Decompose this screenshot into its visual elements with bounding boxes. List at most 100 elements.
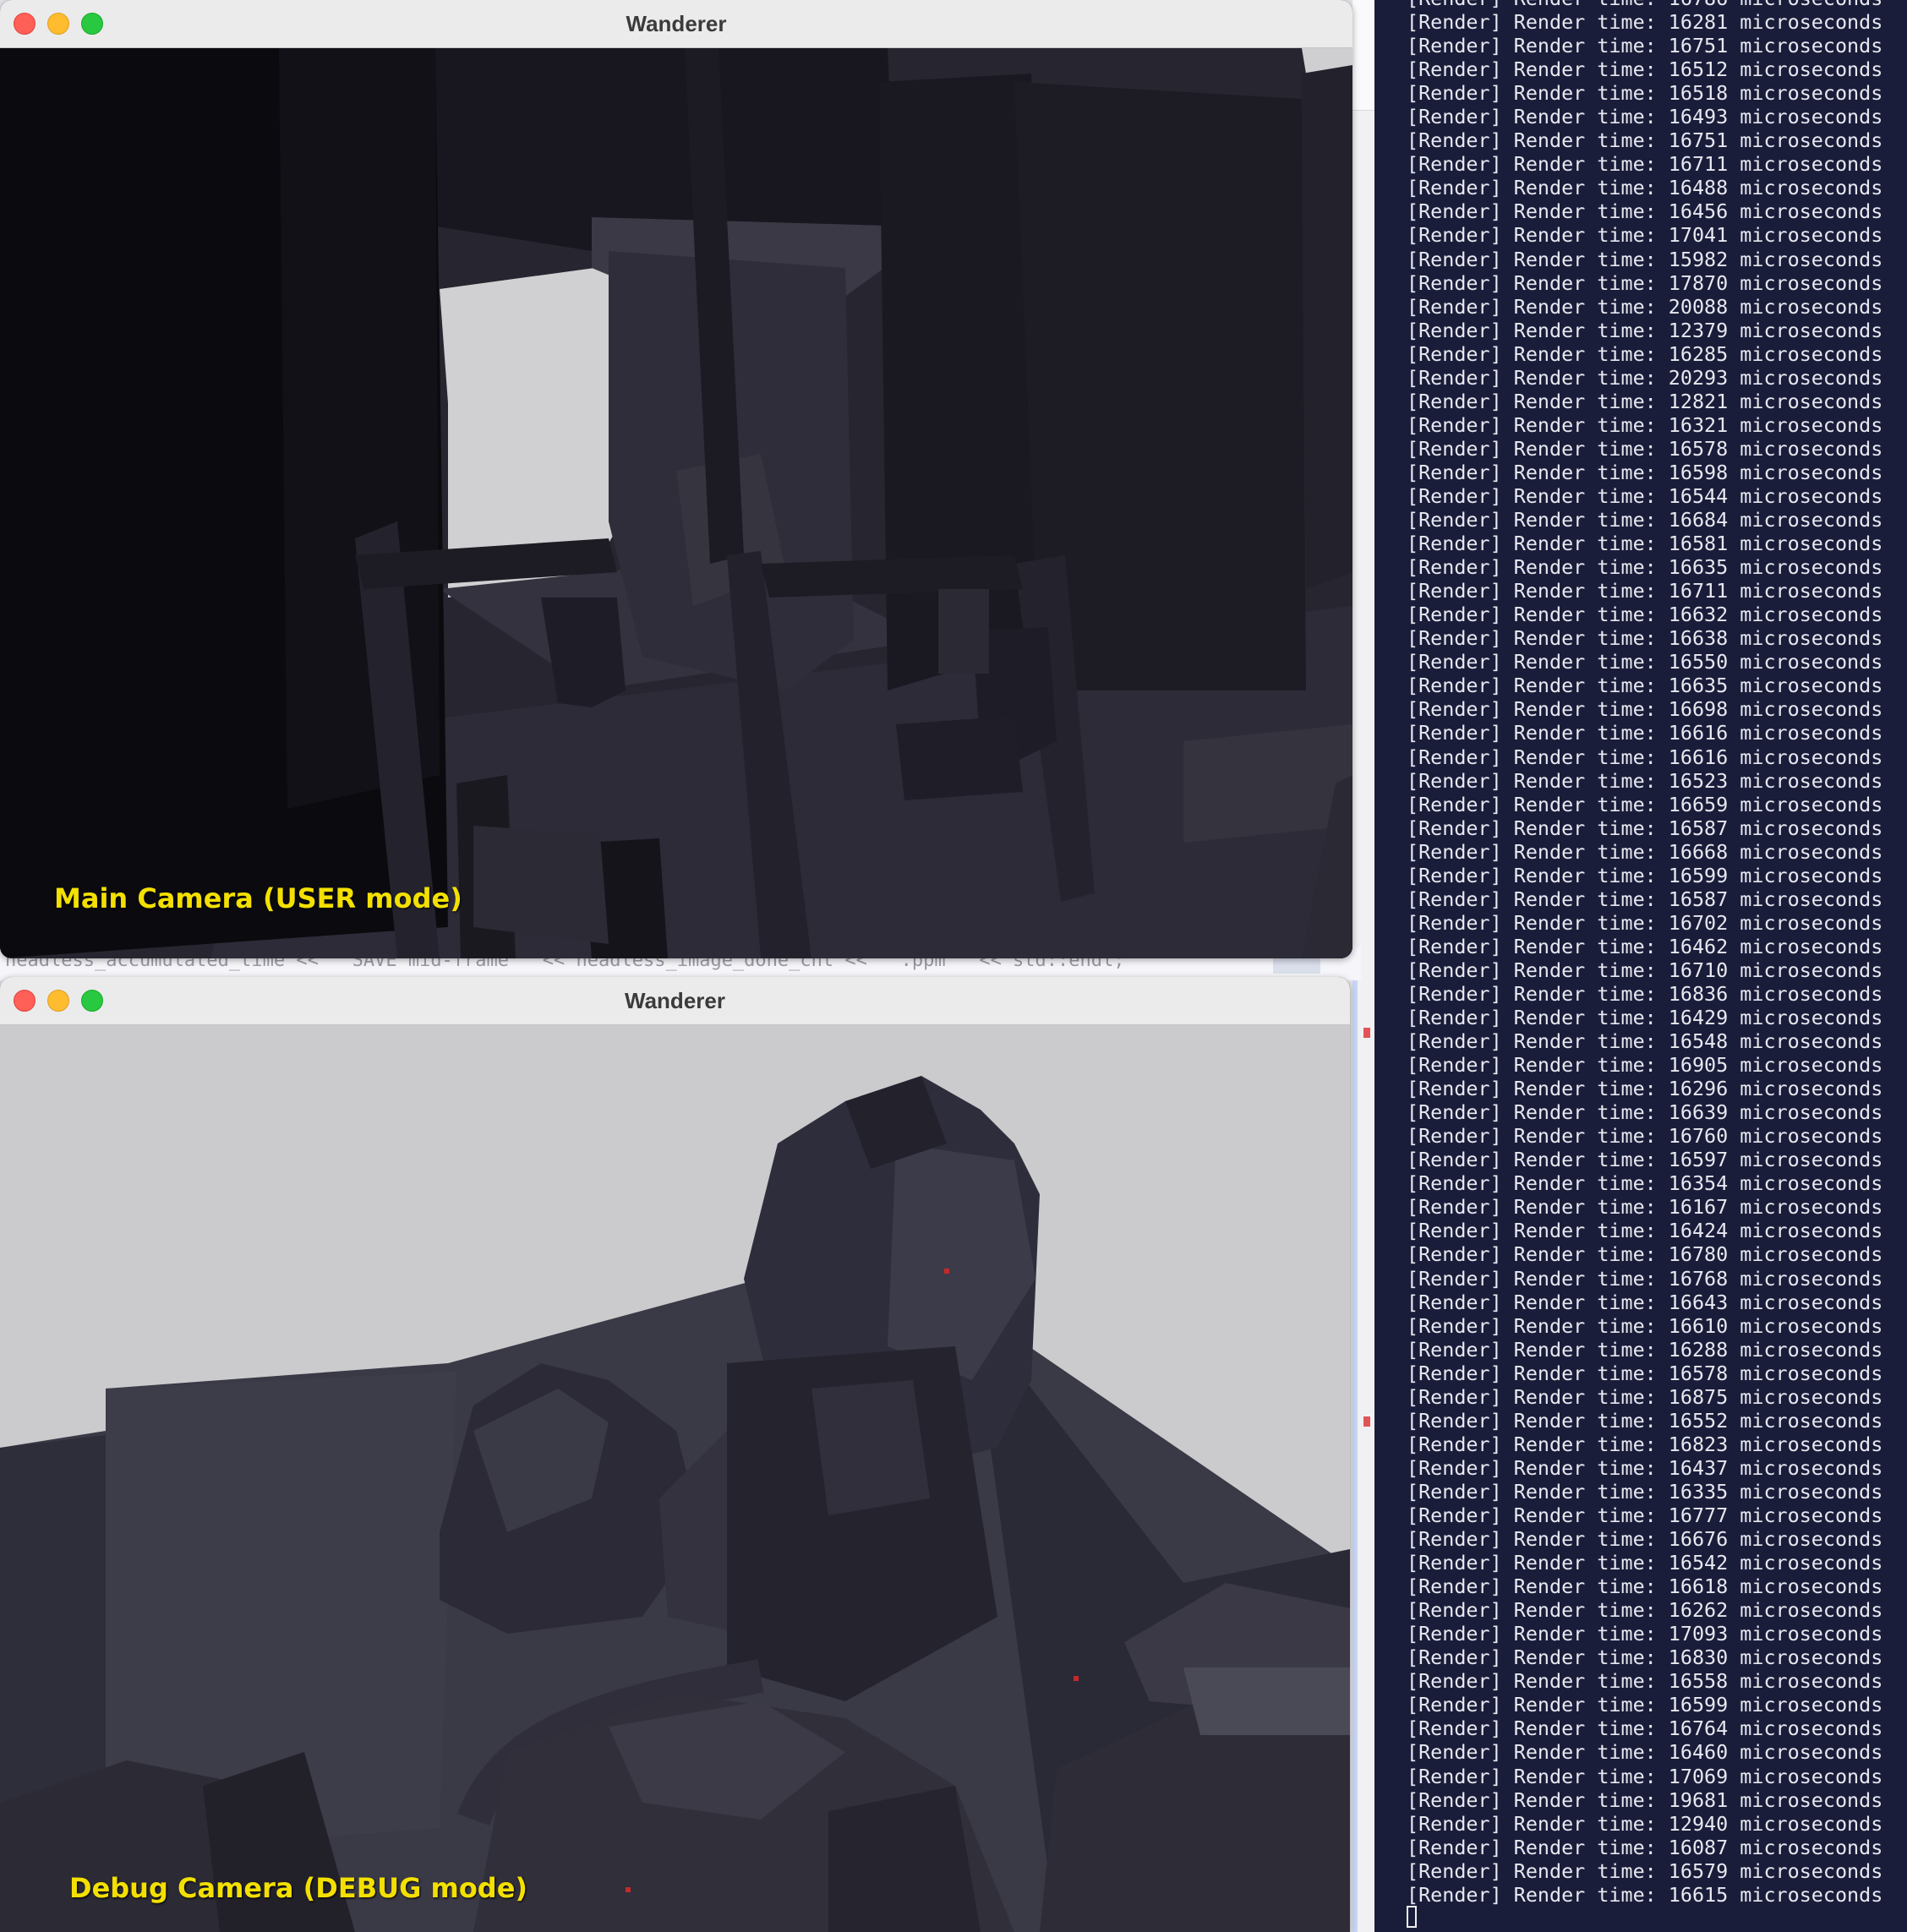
log-line: [Render] Render time: 16518 microseconds bbox=[1407, 81, 1883, 106]
log-line: [Render] Render time: 16635 microseconds bbox=[1407, 674, 1883, 698]
log-line: [Render] Render time: 16288 microseconds bbox=[1407, 1337, 1883, 1362]
log-line: [Render] Render time: 16599 microseconds bbox=[1407, 1693, 1883, 1717]
log-line: [Render] Render time: 16552 microseconds bbox=[1407, 1408, 1883, 1433]
log-line: [Render] Render time: 16635 microseconds bbox=[1407, 555, 1883, 580]
log-line: [Render] Render time: 16830 microseconds bbox=[1407, 1645, 1883, 1670]
log-line: [Render] Render time: 16281 microseconds bbox=[1407, 10, 1883, 35]
log-line: [Render] Render time: 16780 microseconds bbox=[1407, 1242, 1883, 1267]
log-line: [Render] Render time: 16512 microseconds bbox=[1407, 57, 1883, 82]
log-line: [Render] Render time: 16354 microseconds bbox=[1407, 1171, 1883, 1196]
log-line: [Render] Render time: 16424 microseconds bbox=[1407, 1219, 1883, 1243]
log-line: [Render] Render time: 15982 microseconds bbox=[1407, 247, 1883, 271]
log-line: [Render] Render time: 16578 microseconds bbox=[1407, 436, 1883, 461]
log-line: [Render] Render time: 16460 microseconds bbox=[1407, 1740, 1883, 1765]
main-camera-viewport[interactable] bbox=[0, 48, 1352, 958]
log-line: [Render] Render time: 19681 microseconds bbox=[1407, 1787, 1883, 1812]
log-line: [Render] Render time: 16702 microseconds bbox=[1407, 910, 1883, 935]
log-line: [Render] Render time: 16610 microseconds bbox=[1407, 1313, 1883, 1338]
terminal-cursor-icon bbox=[1407, 1906, 1417, 1928]
log-line: [Render] Render time: 16615 microseconds bbox=[1407, 1882, 1883, 1907]
log-line: [Render] Render time: 16296 microseconds bbox=[1407, 1077, 1883, 1101]
scrollbar-error-marker bbox=[1363, 1416, 1370, 1427]
log-line: [Render] Render time: 16493 microseconds bbox=[1407, 105, 1883, 129]
main-camera-window[interactable]: Wanderer Main Camera (USER mode) bbox=[0, 0, 1352, 958]
terminal-panel[interactable]: [Render] Render time: 16786 microseconds… bbox=[1374, 0, 1907, 1932]
log-line: [Render] Render time: 16167 microseconds bbox=[1407, 1195, 1883, 1220]
log-line: [Render] Render time: 16875 microseconds bbox=[1407, 1384, 1883, 1409]
log-line: [Render] Render time: 16751 microseconds bbox=[1407, 128, 1883, 153]
log-line: [Render] Render time: 16905 microseconds bbox=[1407, 1053, 1883, 1078]
debug-camera-scene bbox=[0, 1025, 1350, 1932]
main-camera-scene bbox=[0, 48, 1352, 958]
log-line: [Render] Render time: 16710 microseconds bbox=[1407, 958, 1883, 982]
log-line: [Render] Render time: 16643 microseconds bbox=[1407, 1290, 1883, 1314]
log-line: [Render] Render time: 16616 microseconds bbox=[1407, 721, 1883, 745]
log-line: [Render] Render time: 16429 microseconds bbox=[1407, 1006, 1883, 1030]
log-line: [Render] Render time: 16618 microseconds bbox=[1407, 1575, 1883, 1599]
log-line: [Render] Render time: 17093 microseconds bbox=[1407, 1622, 1883, 1646]
log-line: [Render] Render time: 16676 microseconds bbox=[1407, 1527, 1883, 1552]
log-line: [Render] Render time: 16548 microseconds bbox=[1407, 1029, 1883, 1054]
log-line: [Render] Render time: 16684 microseconds bbox=[1407, 508, 1883, 532]
log-line: [Render] Render time: 16760 microseconds bbox=[1407, 1124, 1883, 1149]
log-line: [Render] Render time: 16587 microseconds bbox=[1407, 887, 1883, 911]
log-line: [Render] Render time: 16437 microseconds bbox=[1407, 1455, 1883, 1480]
log-line: [Render] Render time: 16639 microseconds bbox=[1407, 1100, 1883, 1125]
log-line: [Render] Render time: 12821 microseconds bbox=[1407, 389, 1883, 413]
log-line: [Render] Render time: 16335 microseconds bbox=[1407, 1479, 1883, 1504]
log-line: [Render] Render time: 17041 microseconds bbox=[1407, 223, 1883, 248]
log-line: [Render] Render time: 16321 microseconds bbox=[1407, 412, 1883, 437]
log-line: [Render] Render time: 16616 microseconds bbox=[1407, 745, 1883, 769]
debug-camera-label: Debug Camera (DEBUG mode) bbox=[69, 1872, 528, 1904]
log-line: [Render] Render time: 16823 microseconds bbox=[1407, 1432, 1883, 1456]
log-line: [Render] Render time: 16523 microseconds bbox=[1407, 768, 1883, 793]
log-line: [Render] Render time: 16777 microseconds bbox=[1407, 1504, 1883, 1527]
log-line: [Render] Render time: 16786 microseconds bbox=[1407, 0, 1882, 10]
log-line: [Render] Render time: 16698 microseconds bbox=[1407, 697, 1883, 722]
log-line: [Render] Render time: 16581 microseconds bbox=[1407, 532, 1883, 556]
log-line: [Render] Render time: 16597 microseconds bbox=[1407, 1148, 1883, 1172]
log-line: [Render] Render time: 16638 microseconds bbox=[1407, 626, 1883, 651]
editor-gutter-top bbox=[1352, 0, 1374, 111]
log-line: [Render] Render time: 16659 microseconds bbox=[1407, 792, 1883, 816]
main-camera-label: Main Camera (USER mode) bbox=[54, 882, 462, 914]
log-line: [Render] Render time: 16711 microseconds bbox=[1407, 152, 1883, 177]
log-line: [Render] Render time: 16262 microseconds bbox=[1407, 1598, 1883, 1623]
window-titlebar[interactable]: Wanderer bbox=[0, 0, 1352, 48]
log-line: [Render] Render time: 16542 microseconds bbox=[1407, 1551, 1883, 1575]
log-line: [Render] Render time: 16598 microseconds bbox=[1407, 460, 1883, 484]
log-line: [Render] Render time: 12940 microseconds bbox=[1407, 1811, 1883, 1836]
debug-camera-window[interactable]: Wanderer bbox=[0, 977, 1350, 1932]
log-line: [Render] Render time: 16668 microseconds bbox=[1407, 839, 1883, 864]
debug-camera-viewport[interactable] bbox=[0, 1025, 1350, 1932]
log-line: [Render] Render time: 16599 microseconds bbox=[1407, 863, 1883, 887]
log-line: [Render] Render time: 16550 microseconds bbox=[1407, 650, 1883, 674]
log-line: [Render] Render time: 16579 microseconds bbox=[1407, 1858, 1883, 1883]
log-line: [Render] Render time: 16751 microseconds bbox=[1407, 34, 1883, 58]
log-line: [Render] Render time: 16544 microseconds bbox=[1407, 483, 1883, 508]
editor-minimap[interactable] bbox=[1273, 958, 1320, 974]
log-line: [Render] Render time: 16558 microseconds bbox=[1407, 1669, 1883, 1694]
log-line: [Render] Render time: 16632 microseconds bbox=[1407, 603, 1883, 627]
window-title: Wanderer bbox=[625, 988, 725, 1013]
log-line: [Render] Render time: 17870 microseconds bbox=[1407, 270, 1883, 295]
log-line: [Render] Render time: 16836 microseconds bbox=[1407, 981, 1883, 1006]
log-line: [Render] Render time: 16578 microseconds bbox=[1407, 1361, 1883, 1385]
log-line: [Render] Render time: 20293 microseconds bbox=[1407, 365, 1883, 390]
log-line: [Render] Render time: 16711 microseconds bbox=[1407, 579, 1883, 603]
log-line: [Render] Render time: 17069 microseconds bbox=[1407, 1764, 1883, 1788]
log-line: [Render] Render time: 16087 microseconds bbox=[1407, 1835, 1883, 1859]
log-line: [Render] Render time: 16285 microseconds bbox=[1407, 341, 1883, 366]
editor-scrollbar[interactable] bbox=[1352, 963, 1358, 1932]
scrollbar-error-marker bbox=[1363, 1028, 1370, 1038]
log-line: [Render] Render time: 16768 microseconds bbox=[1407, 1266, 1883, 1291]
log-line: [Render] Render time: 12379 microseconds bbox=[1407, 318, 1883, 342]
log-line: [Render] Render time: 16456 microseconds bbox=[1407, 199, 1883, 224]
log-line: [Render] Render time: 16587 microseconds bbox=[1407, 816, 1883, 840]
log-line: [Render] Render time: 16764 microseconds bbox=[1407, 1716, 1883, 1741]
log-line: [Render] Render time: 16488 microseconds bbox=[1407, 176, 1883, 200]
window-titlebar[interactable]: Wanderer bbox=[0, 977, 1350, 1025]
window-title: Wanderer bbox=[626, 11, 727, 36]
render-log: [Render] Render time: 16786 microseconds… bbox=[1407, 0, 1882, 1907]
log-line: [Render] Render time: 20088 microseconds bbox=[1407, 294, 1883, 319]
